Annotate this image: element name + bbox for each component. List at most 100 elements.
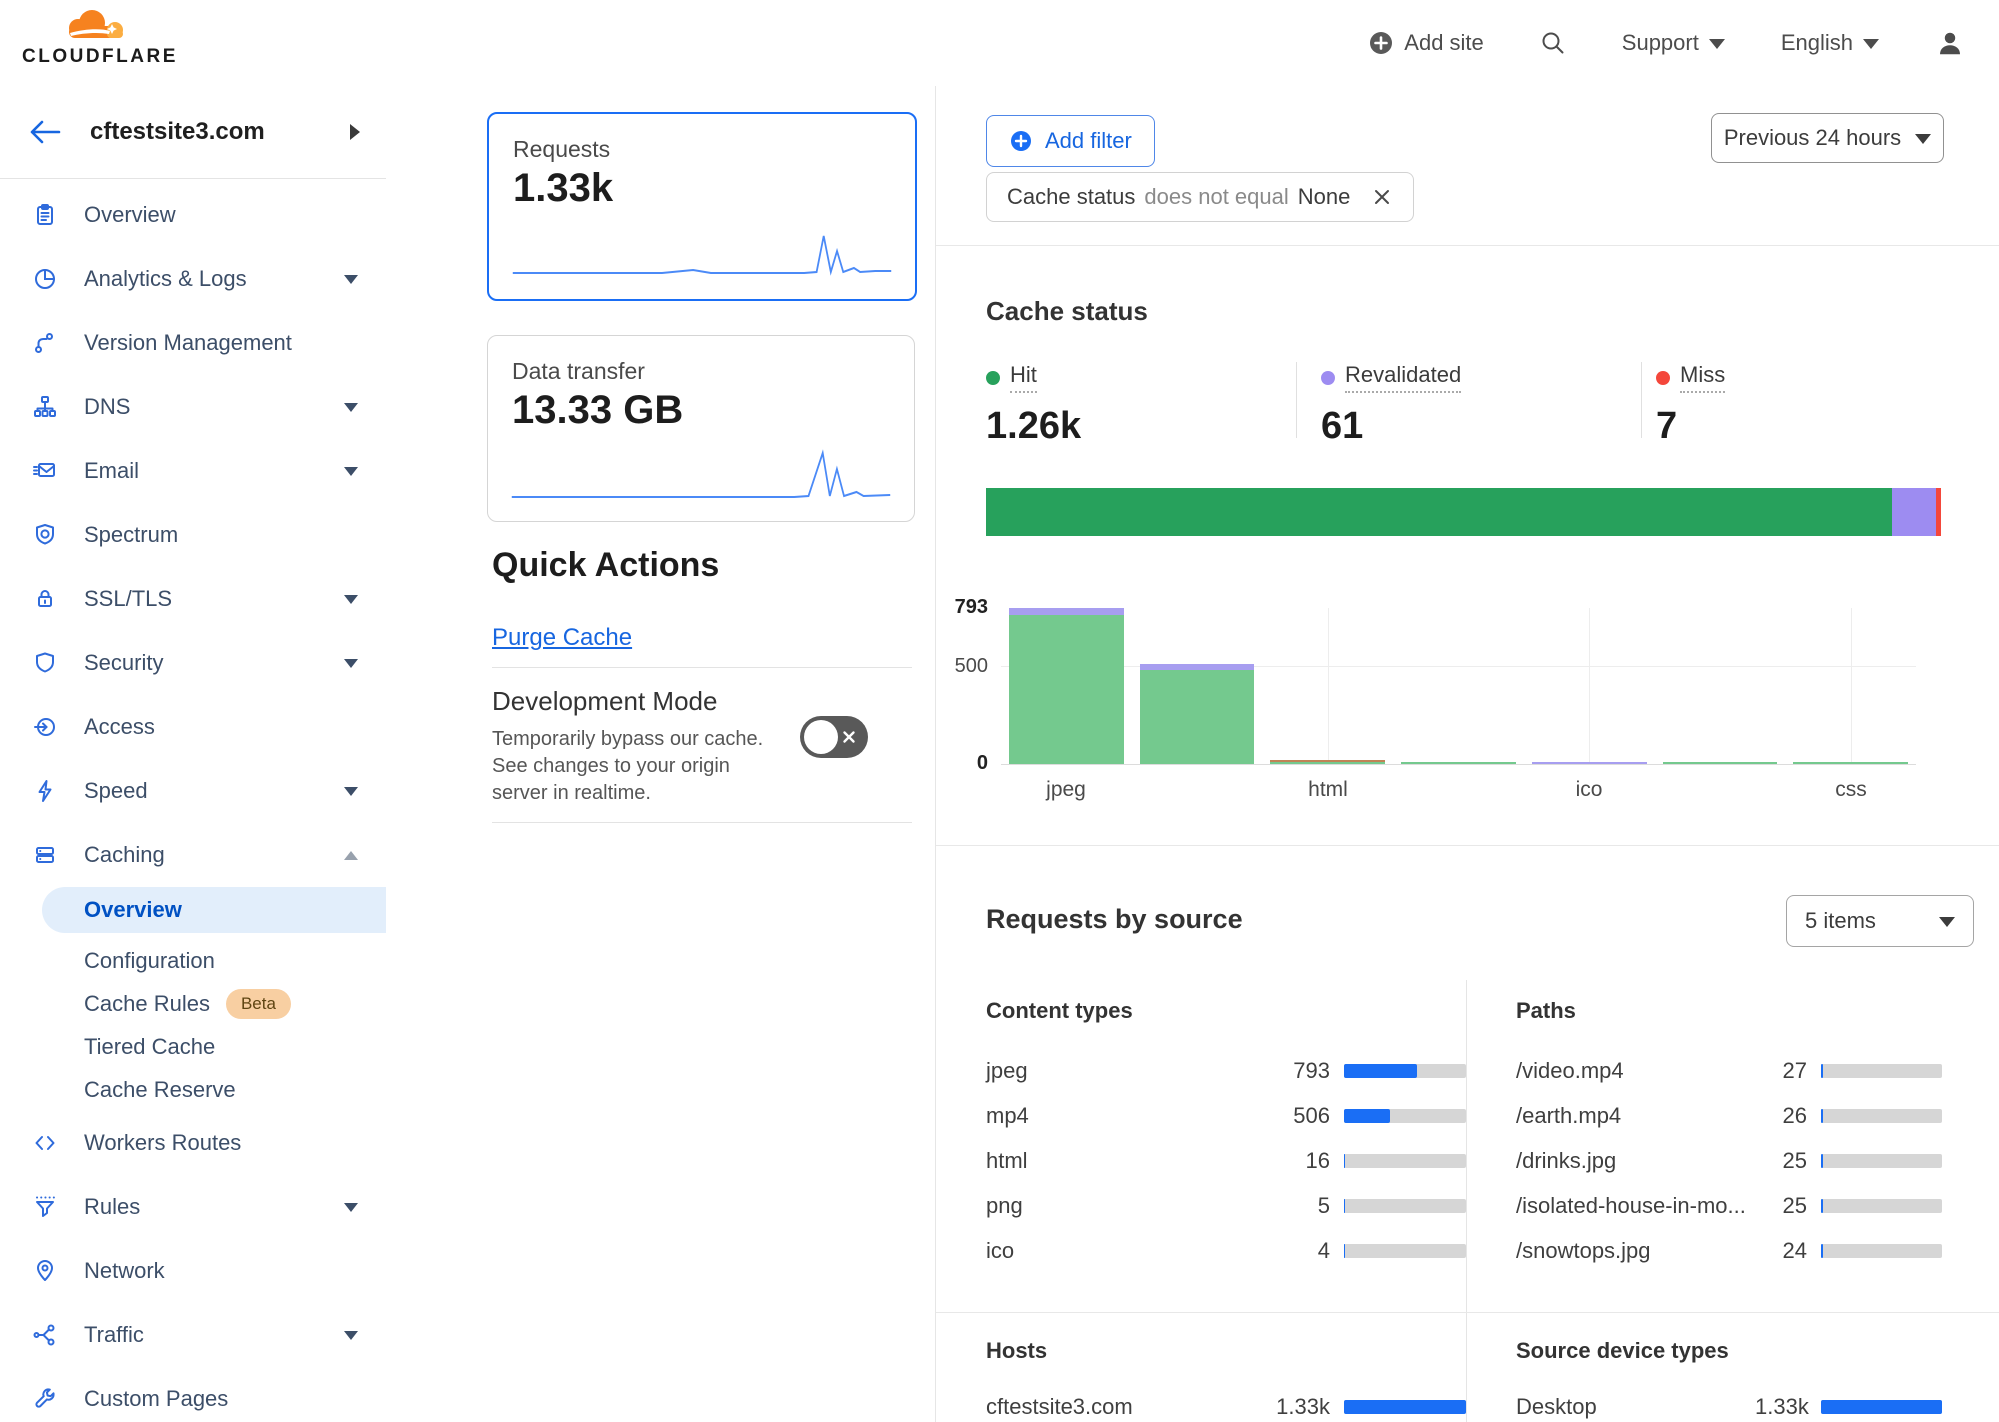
chart-column-css [1793, 762, 1908, 764]
development-mode-toggle[interactable] [800, 716, 868, 758]
filter-value: None [1298, 184, 1351, 210]
shield-icon [32, 650, 58, 676]
chevron-down-icon [344, 403, 358, 412]
sidebar-item-version-management[interactable]: Version Management [0, 311, 386, 375]
sidebar-item-network[interactable]: Network [0, 1239, 386, 1303]
sidebar-item-rules[interactable]: Rules [0, 1175, 386, 1239]
sidebar-item-email[interactable]: Email [0, 439, 386, 503]
chevron-down-icon [344, 595, 358, 604]
add-site-button[interactable]: Add site [1368, 30, 1484, 56]
list-item: html 16 [986, 1138, 1466, 1183]
caching-subnav: Overview Configuration Cache Rules Beta … [0, 887, 386, 1111]
data-transfer-card-title: Data transfer [512, 358, 645, 385]
chevron-down-icon [344, 467, 358, 476]
sidebar-item-label: Rules [84, 1194, 140, 1220]
account-menu[interactable] [1935, 28, 1965, 58]
sidebar-header: cftestsite3.com [0, 86, 386, 179]
divider [492, 667, 912, 668]
sidebar-item-label: Traffic [84, 1322, 144, 1348]
sidebar-item-access[interactable]: Access [0, 695, 386, 759]
stat-miss: Miss 7 [1656, 362, 1956, 448]
mini-bar [1821, 1199, 1942, 1213]
sidebar-item-label: SSL/TLS [84, 586, 172, 612]
development-mode-title: Development Mode [492, 686, 717, 717]
purge-cache-link[interactable]: Purge Cache [492, 624, 632, 652]
subnav-item-tiered-cache[interactable]: Tiered Cache [0, 1025, 386, 1068]
requests-card[interactable]: Requests 1.33k [487, 112, 917, 301]
stat-miss-label[interactable]: Miss [1656, 362, 1725, 393]
sidebar-item-workers-routes[interactable]: Workers Routes [0, 1111, 386, 1175]
sidebar-item-label: Overview [84, 202, 176, 228]
subnav-item-label: Cache Rules [84, 991, 210, 1017]
filter-field: Cache status [1007, 184, 1135, 210]
sidebar-item-label: Analytics & Logs [84, 266, 247, 292]
stat-hit: Hit 1.26k [986, 362, 1286, 448]
sidebar-item-dns[interactable]: DNS [0, 375, 386, 439]
user-icon [1935, 28, 1965, 58]
stat-revalidated-value: 61 [1321, 405, 1621, 448]
stat-hit-label[interactable]: Hit [986, 362, 1037, 393]
sidebar-item-spectrum[interactable]: Spectrum [0, 503, 386, 567]
subnav-item-cache-rules[interactable]: Cache Rules Beta [0, 982, 386, 1025]
brand-wordmark: CLOUDFLARE [22, 46, 178, 68]
sidebar-item-custom-pages[interactable]: Custom Pages [0, 1367, 386, 1422]
revalidated-dot-icon [1321, 371, 1335, 385]
sidebar-item-traffic[interactable]: Traffic [0, 1303, 386, 1367]
remove-filter-icon[interactable] [1371, 186, 1393, 208]
data-transfer-sparkline [510, 445, 892, 505]
sidebar-item-label: Workers Routes [84, 1130, 241, 1156]
sitemap-icon [32, 394, 58, 420]
stat-revalidated-label[interactable]: Revalidated [1321, 362, 1461, 393]
add-filter-button[interactable]: Add filter [986, 115, 1155, 167]
filter-chip[interactable]: Cache status does not equal None [986, 172, 1414, 222]
sidebar-item-security[interactable]: Security [0, 631, 386, 695]
subnav-item-configuration[interactable]: Configuration [0, 939, 386, 982]
gridline [1589, 608, 1590, 764]
location-pin-icon [32, 1258, 58, 1284]
hit-dot-icon [986, 371, 1000, 385]
sidebar-item-ssl-tls[interactable]: SSL/TLS [0, 567, 386, 631]
support-menu[interactable]: Support [1622, 30, 1725, 56]
chart-column-ico [1532, 762, 1647, 764]
cache-status-title: Cache status [986, 296, 1148, 327]
gridline [1001, 666, 1916, 667]
mini-bar [1821, 1154, 1942, 1168]
back-arrow-icon[interactable] [28, 118, 62, 146]
subnav-item-label: Tiered Cache [84, 1034, 215, 1060]
sidebar-item-caching[interactable]: Caching [0, 823, 386, 887]
time-range-dropdown[interactable]: Previous 24 hours [1711, 113, 1944, 163]
sidebar-item-overview[interactable]: Overview [0, 183, 386, 247]
add-site-label: Add site [1404, 30, 1484, 56]
divider [492, 822, 912, 823]
items-count-dropdown[interactable]: 5 items [1786, 895, 1974, 947]
language-menu[interactable]: English [1781, 30, 1879, 56]
cloudflare-logo[interactable]: CLOUDFLARE [22, 6, 178, 68]
subnav-item-cache-reserve[interactable]: Cache Reserve [0, 1068, 386, 1111]
chevron-right-icon[interactable] [350, 124, 360, 140]
stacked-segment-hit [986, 488, 1892, 536]
sidebar: cftestsite3.com Overview Analytics & Log… [0, 86, 387, 1422]
add-filter-label: Add filter [1045, 128, 1132, 154]
sidebar-item-speed[interactable]: Speed [0, 759, 386, 823]
paths-column: Paths /video.mp4 27 /earth.mp4 26 /drink… [1516, 998, 1942, 1273]
sidebar-item-label: Speed [84, 778, 148, 804]
subnav-item-overview[interactable]: Overview [42, 887, 386, 933]
chart-column-col5 [1663, 762, 1778, 764]
mini-bar [1821, 1064, 1942, 1078]
search-button[interactable] [1540, 30, 1566, 56]
chevron-down-icon [344, 787, 358, 796]
sidebar-item-analytics-logs[interactable]: Analytics & Logs [0, 247, 386, 311]
source-device-types-column: Source device types Desktop 1.33k [1516, 1338, 1942, 1422]
data-transfer-card[interactable]: Data transfer 13.33 GB [487, 335, 915, 522]
content-types-column: Content types jpeg 793 mp4 506 html 16 [986, 998, 1466, 1273]
y-tick-0: 0 [936, 752, 988, 775]
mini-bar [1344, 1154, 1466, 1168]
sidebar-item-label: Email [84, 458, 139, 484]
chart-column-html [1270, 760, 1385, 764]
chevron-down-icon [344, 659, 358, 668]
divider [1466, 980, 1467, 1422]
content-types-header: Content types [986, 998, 1466, 1024]
divider [1296, 362, 1297, 438]
analytics-panel: Add filter Previous 24 hours Cache statu… [935, 86, 1999, 1422]
y-tick-500: 500 [936, 655, 988, 678]
